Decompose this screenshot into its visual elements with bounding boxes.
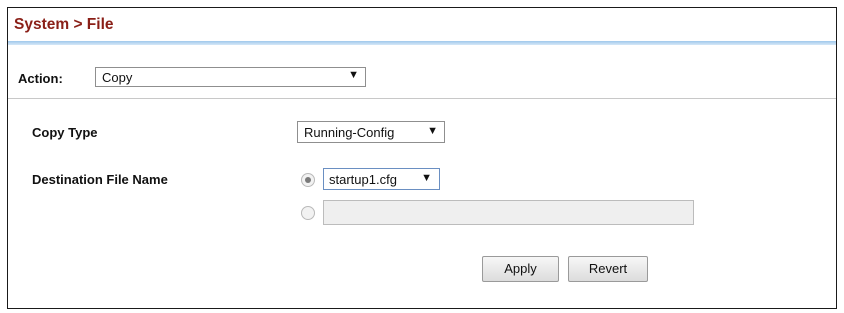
dropdown-arrow-icon: ▼ (348, 69, 359, 81)
action-select[interactable]: Copy ▼ (95, 67, 366, 87)
dropdown-arrow-icon: ▼ (427, 125, 438, 137)
destination-file-select-value: startup1.cfg (329, 172, 397, 187)
action-label: Action: (18, 71, 63, 86)
title-divider (8, 41, 836, 45)
copy-type-select-value: Running-Config (304, 125, 395, 140)
action-row: Action: Copy ▼ (8, 54, 836, 98)
action-select-value: Copy (102, 70, 133, 85)
title-bar: System > File (8, 8, 836, 45)
page-panel: System > File Action: Copy ▼ Copy Type R… (7, 7, 837, 309)
revert-button[interactable]: Revert (568, 256, 648, 282)
destination-custom-name-radio[interactable] (301, 206, 315, 220)
dropdown-arrow-icon: ▼ (421, 172, 432, 184)
copy-type-select[interactable]: Running-Config ▼ (297, 121, 445, 143)
destination-existing-file-radio[interactable] (301, 173, 315, 187)
destination-file-name-input[interactable] (323, 200, 694, 225)
apply-button[interactable]: Apply (482, 256, 559, 282)
copy-type-label: Copy Type (32, 125, 98, 140)
page-title: System > File (14, 16, 114, 33)
destination-file-name-label: Destination File Name (32, 172, 168, 187)
section-divider (8, 98, 836, 99)
destination-file-select[interactable]: startup1.cfg ▼ (323, 168, 440, 190)
